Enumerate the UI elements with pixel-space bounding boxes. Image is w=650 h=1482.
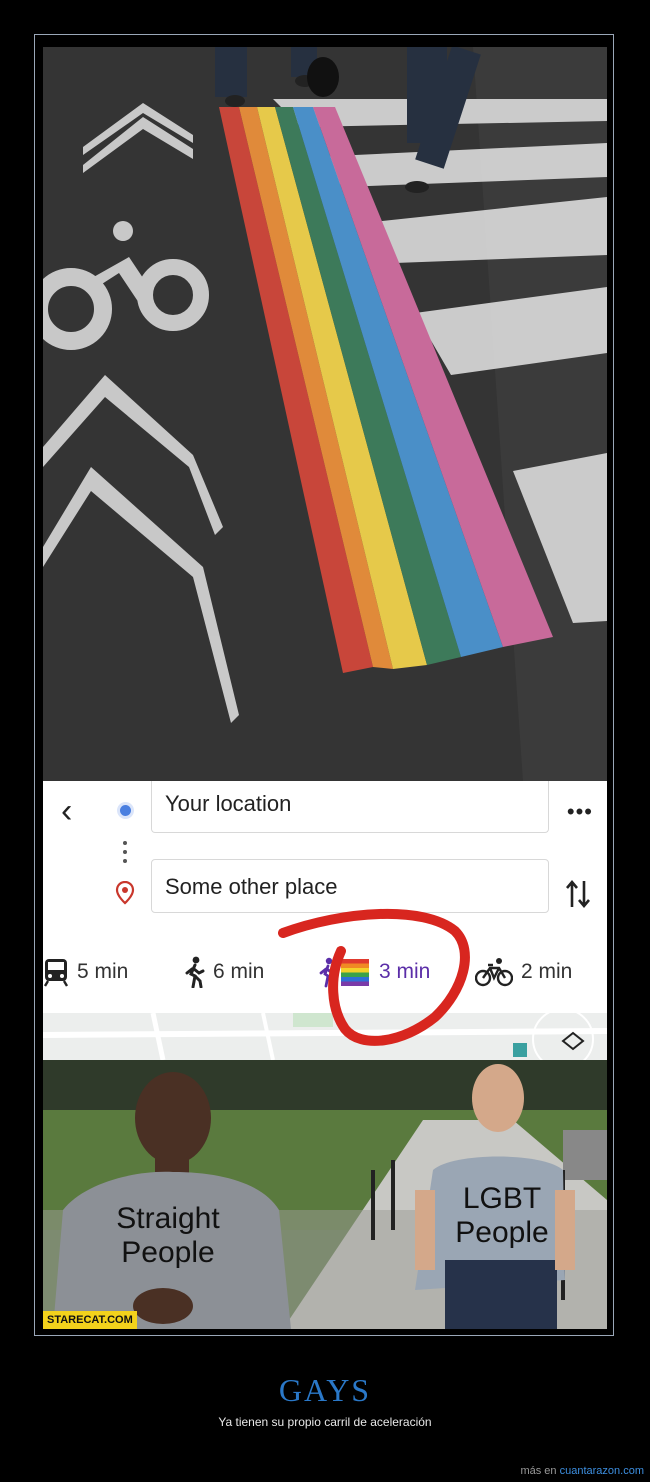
map-preview[interactable] [43, 1008, 607, 1060]
walking-icon [185, 956, 205, 988]
mode-rainbow-walking-time: 3 min [379, 960, 431, 983]
post-title[interactable]: GAYS [0, 1372, 650, 1409]
post-subtitle: Ya tienen su propio carril de aceleració… [218, 1415, 432, 1429]
rainbow-walking-icon [319, 957, 369, 988]
origin-field[interactable]: Your location [151, 781, 549, 833]
swap-icon[interactable] [565, 877, 591, 911]
transit-icon [43, 959, 69, 987]
bicycle-icon [475, 958, 513, 987]
credit-site-link[interactable]: cuantarazon.com [560, 1465, 644, 1477]
credit-prefix: más en [520, 1465, 557, 1477]
site-credit: más en cuantarazon.com [520, 1465, 644, 1477]
destination-pin-icon [115, 881, 135, 905]
mode-rainbow-walking[interactable]: 3 min [319, 949, 430, 995]
back-arrow-icon[interactable]: ‹ [61, 791, 87, 831]
watermark: STARECAT.COM [43, 1311, 137, 1329]
route-dots-icon [123, 841, 127, 868]
street-photo-graphic [43, 47, 607, 781]
post-image: ‹ Your location Some other place ••• 5 m… [43, 47, 607, 1329]
image-frame: ‹ Your location Some other place ••• 5 m… [34, 34, 614, 1336]
travel-mode-bar: 5 min 6 min 3 min 2 min [43, 949, 607, 995]
mode-transit-time: 5 min [77, 960, 129, 983]
mode-walking-time: 6 min [213, 960, 265, 983]
more-options-icon[interactable]: ••• [567, 799, 593, 825]
meme-right-label: LGBT People [455, 1182, 549, 1249]
mode-bicycle-time: 2 min [521, 960, 573, 983]
map-preview-graphic [43, 1008, 607, 1060]
mode-transit[interactable]: 5 min [43, 949, 128, 995]
mode-bicycle[interactable]: 2 min [475, 949, 572, 995]
mode-walking[interactable]: 6 min [183, 949, 264, 995]
street-photo [43, 47, 607, 781]
meme-left-label: Straight People [116, 1202, 220, 1269]
destination-field[interactable]: Some other place [151, 859, 549, 913]
maps-directions-panel: ‹ Your location Some other place ••• 5 m… [43, 781, 607, 1060]
origin-dot-icon [120, 805, 131, 816]
meme-image: Straight People LGBT People STARECAT.COM [43, 1060, 607, 1329]
